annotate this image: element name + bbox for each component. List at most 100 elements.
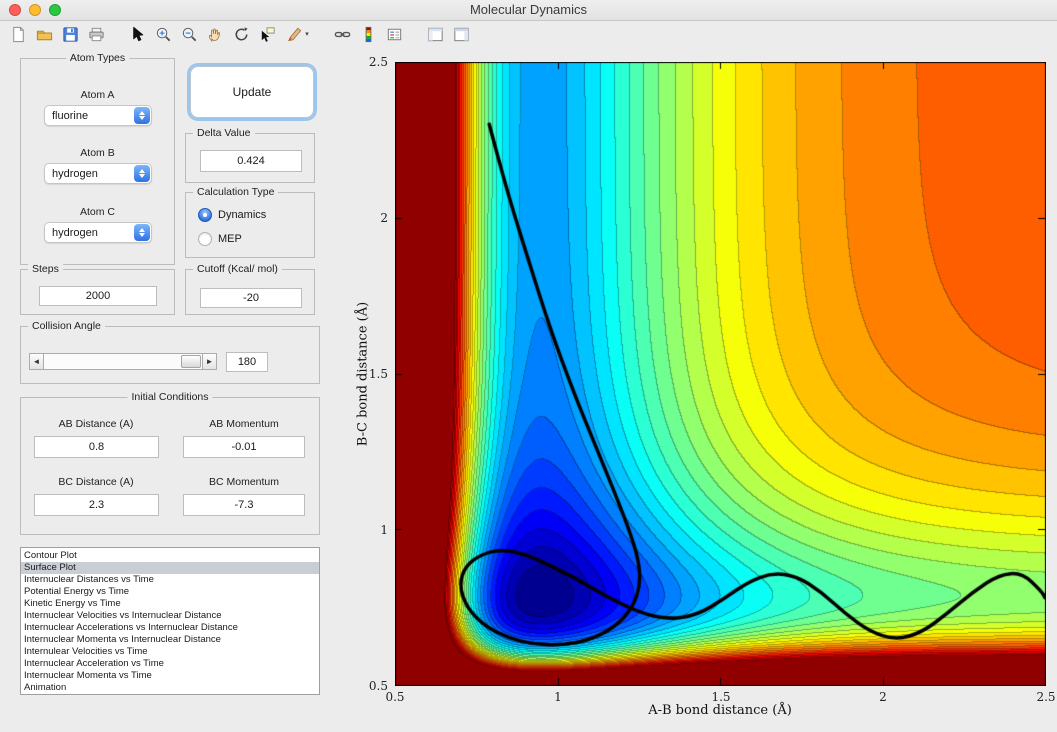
plot-type-listbox[interactable]: Contour Plot Surface Plot Internuclear D… bbox=[20, 547, 320, 695]
atom-b-label: Atom B bbox=[80, 147, 114, 159]
rotate-3d-icon bbox=[232, 25, 251, 44]
plot-list-item[interactable]: Kinetic Energy vs Time bbox=[21, 598, 319, 610]
insert-legend-button[interactable] bbox=[382, 23, 406, 45]
update-button[interactable]: Update bbox=[190, 66, 314, 118]
atom-c-label: Atom C bbox=[80, 206, 115, 218]
insert-colorbar-button[interactable] bbox=[356, 23, 380, 45]
plot-list-item[interactable]: Surface Plot bbox=[21, 562, 319, 574]
delta-value-field[interactable]: 0.424 bbox=[200, 150, 302, 172]
atom-a-label: Atom A bbox=[81, 89, 115, 101]
ab-distance-field[interactable]: 0.8 bbox=[34, 436, 159, 458]
print-figure-button[interactable] bbox=[84, 23, 108, 45]
y-tick-label: 1 bbox=[352, 523, 388, 537]
radio-dynamics-label: Dynamics bbox=[218, 209, 266, 221]
close-window-button[interactable] bbox=[9, 4, 21, 16]
hide-plot-tools-icon bbox=[426, 25, 445, 44]
atom-c-select[interactable]: hydrogen bbox=[44, 222, 152, 243]
slider-right-arrow-button[interactable]: ► bbox=[202, 353, 217, 370]
x-tick-label: 1.5 bbox=[711, 690, 730, 704]
ab-momentum-label: AB Momentum bbox=[209, 418, 278, 430]
plot-list-item[interactable]: Internulear Velocities vs Time bbox=[21, 646, 319, 658]
radio-dynamics[interactable]: Dynamics bbox=[198, 208, 266, 222]
new-figure-button[interactable] bbox=[6, 23, 30, 45]
edit-plot-icon bbox=[128, 25, 147, 44]
plot-list-item[interactable]: Internuclear Velocities vs Internuclear … bbox=[21, 610, 319, 622]
zoom-window-button[interactable] bbox=[49, 4, 61, 16]
save-figure-icon bbox=[61, 25, 80, 44]
x-tick-label: 1 bbox=[554, 690, 562, 704]
steps-panel-title: Steps bbox=[28, 263, 63, 275]
radio-mep[interactable]: MEP bbox=[198, 232, 242, 246]
steps-panel: Steps 2000 bbox=[20, 269, 175, 315]
zoom-in-icon bbox=[154, 25, 173, 44]
bc-momentum-label: BC Momentum bbox=[209, 476, 279, 488]
atom-types-panel: Atom Types Atom A fluorine Atom B hydrog… bbox=[20, 58, 175, 265]
ab-momentum-field[interactable]: -0.01 bbox=[183, 436, 305, 458]
window-title: Molecular Dynamics bbox=[0, 0, 1057, 20]
atom-types-panel-title: Atom Types bbox=[66, 52, 129, 64]
radio-mep-label: MEP bbox=[218, 233, 242, 245]
initial-conditions-panel: Initial Conditions AB Distance (A) AB Mo… bbox=[20, 397, 320, 535]
minimize-window-button[interactable] bbox=[29, 4, 41, 16]
zoom-in-button[interactable] bbox=[151, 23, 175, 45]
show-plot-tools-button[interactable] bbox=[449, 23, 473, 45]
zoom-out-icon bbox=[180, 25, 199, 44]
delta-value-panel-title: Delta Value bbox=[193, 127, 255, 139]
atom-a-select[interactable]: fluorine bbox=[44, 105, 152, 126]
open-file-icon bbox=[35, 25, 54, 44]
plot-list-item[interactable]: Internuclear Momenta vs Internuclear Dis… bbox=[21, 634, 319, 646]
plot-list-item[interactable]: Potential Energy vs Time bbox=[21, 586, 319, 598]
collision-angle-field[interactable]: 180 bbox=[226, 352, 268, 372]
x-tick-label: 2.5 bbox=[1036, 690, 1055, 704]
ab-distance-label: AB Distance (A) bbox=[59, 418, 134, 430]
insert-legend-icon bbox=[385, 25, 404, 44]
show-plot-tools-icon bbox=[452, 25, 471, 44]
rotate-3d-button[interactable] bbox=[229, 23, 253, 45]
collision-angle-slider[interactable] bbox=[43, 353, 203, 370]
pes-contour-canvas[interactable] bbox=[395, 62, 1046, 686]
bc-distance-field[interactable]: 2.3 bbox=[34, 494, 159, 516]
x-tick-label: 0.5 bbox=[385, 690, 404, 704]
plot-list-item[interactable]: Internuclear Distances vs Time bbox=[21, 574, 319, 586]
y-tick-label: 2.5 bbox=[352, 55, 388, 69]
slider-thumb[interactable] bbox=[181, 355, 201, 368]
zoom-out-button[interactable] bbox=[177, 23, 201, 45]
cutoff-field[interactable]: -20 bbox=[200, 288, 302, 308]
delta-value-panel: Delta Value 0.424 bbox=[185, 133, 315, 183]
save-figure-button[interactable] bbox=[58, 23, 82, 45]
initial-conditions-panel-title: Initial Conditions bbox=[127, 391, 212, 403]
traffic-lights bbox=[9, 4, 61, 16]
collision-angle-panel-title: Collision Angle bbox=[28, 320, 105, 332]
bc-momentum-field[interactable]: -7.3 bbox=[183, 494, 305, 516]
collision-angle-panel: Collision Angle ◄ ► 180 bbox=[20, 326, 320, 384]
bc-distance-label: BC Distance (A) bbox=[58, 476, 133, 488]
data-cursor-button[interactable] bbox=[255, 23, 279, 45]
pan-icon bbox=[206, 25, 225, 44]
cutoff-panel-title: Cutoff (Kcal/ mol) bbox=[193, 263, 282, 275]
dropdown-caret-icon[interactable]: ▾ bbox=[305, 30, 309, 38]
popup-stepper-icon bbox=[134, 107, 150, 124]
plot-list-item[interactable]: Internuclear Momenta vs Time bbox=[21, 670, 319, 682]
y-tick-label: 0.5 bbox=[352, 679, 388, 693]
plot-list-item[interactable]: Contour Plot bbox=[21, 550, 319, 562]
open-file-button[interactable] bbox=[32, 23, 56, 45]
brush-icon bbox=[285, 25, 304, 44]
cutoff-panel: Cutoff (Kcal/ mol) -20 bbox=[185, 269, 315, 315]
new-figure-icon bbox=[9, 25, 28, 44]
plot-list-item[interactable]: Internuclear Accelerations vs Internucle… bbox=[21, 622, 319, 634]
edit-plot-button[interactable] bbox=[125, 23, 149, 45]
pan-button[interactable] bbox=[203, 23, 227, 45]
link-plot-button[interactable] bbox=[330, 23, 354, 45]
figure-toolbar: ▾ bbox=[0, 22, 1057, 46]
plot-list-item[interactable]: Animation bbox=[21, 682, 319, 694]
brush-button[interactable]: ▾ bbox=[281, 23, 313, 45]
x-axis-label: A-B bond distance (Å) bbox=[648, 703, 792, 718]
slider-left-arrow-button[interactable]: ◄ bbox=[29, 353, 44, 370]
atom-b-select[interactable]: hydrogen bbox=[44, 163, 152, 184]
atom-a-value: fluorine bbox=[45, 110, 134, 122]
atom-b-value: hydrogen bbox=[45, 168, 134, 180]
steps-field[interactable]: 2000 bbox=[39, 286, 157, 306]
radio-dot-icon bbox=[198, 208, 212, 222]
plot-list-item[interactable]: Internuclear Acceleration vs Time bbox=[21, 658, 319, 670]
hide-plot-tools-button[interactable] bbox=[423, 23, 447, 45]
